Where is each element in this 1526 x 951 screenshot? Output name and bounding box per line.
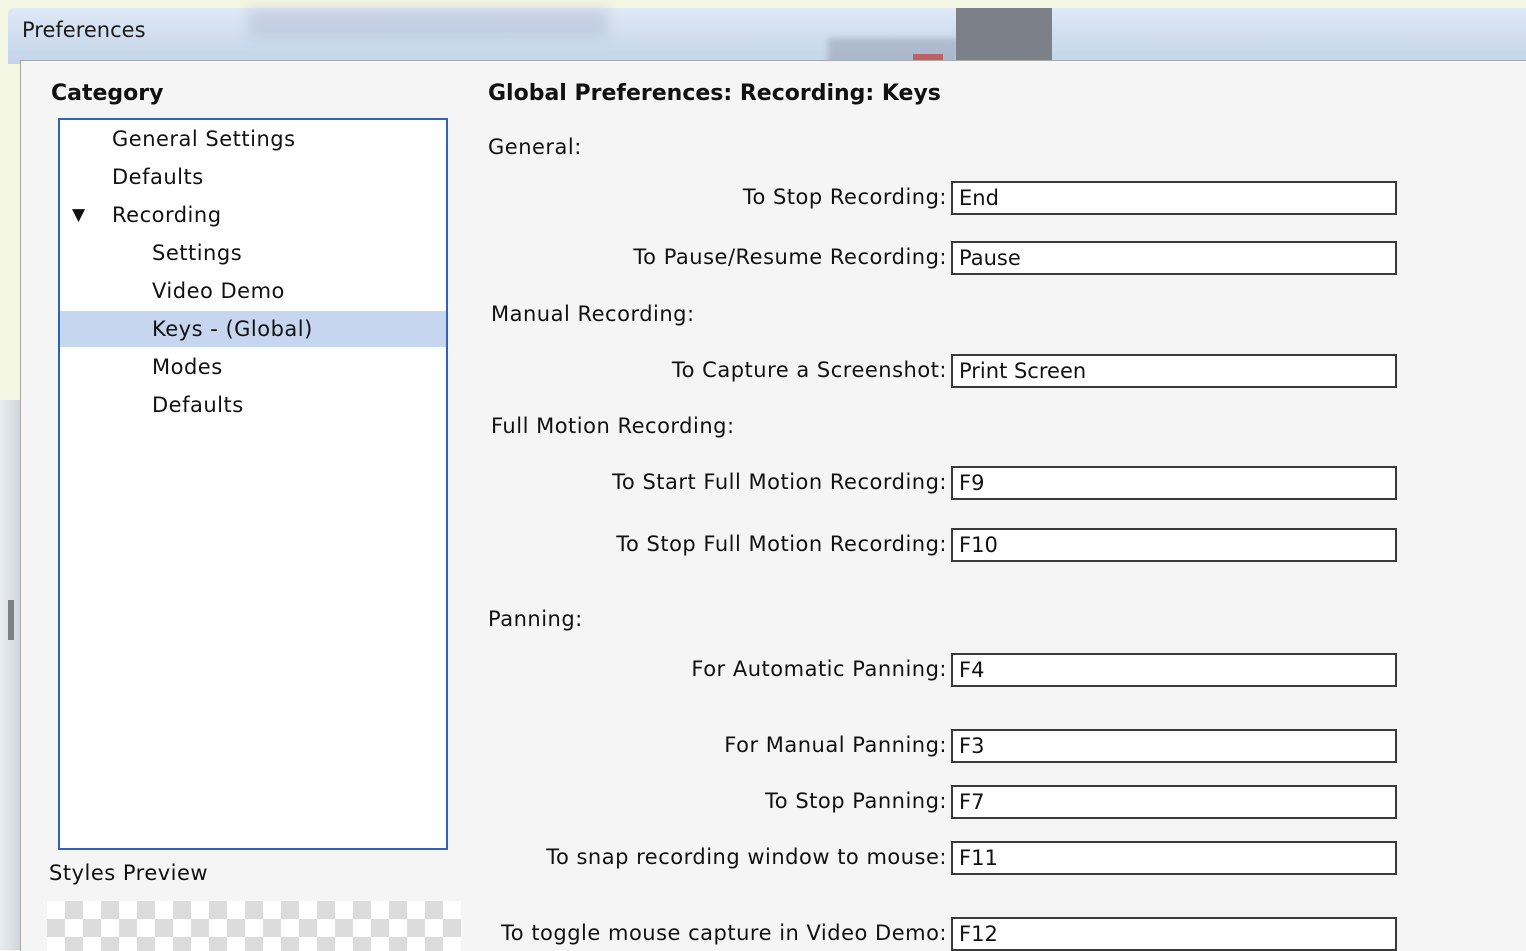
tree-item-defaults[interactable]: Defaults <box>60 159 446 195</box>
tree-item-label: Settings <box>152 241 243 265</box>
tree-item-label: Defaults <box>152 393 244 417</box>
tree-item-label: Video Demo <box>152 279 285 303</box>
tree-item-recording[interactable]: ▼ Recording <box>60 197 446 233</box>
capture-screenshot-key-field[interactable] <box>951 354 1397 388</box>
snap-window-key-field[interactable] <box>951 841 1397 875</box>
section-panning: Panning: <box>488 607 583 631</box>
section-full-motion-recording: Full Motion Recording: <box>491 414 735 438</box>
section-manual-recording: Manual Recording: <box>491 302 695 326</box>
tree-item-general-settings[interactable]: General Settings <box>60 121 446 157</box>
key-label-manual-panning: For Manual Panning: <box>724 733 947 757</box>
background-blur <box>248 8 608 38</box>
styles-preview-heading: Styles Preview <box>49 861 209 885</box>
category-heading: Category <box>51 81 164 106</box>
window-title: Preferences <box>22 18 146 42</box>
key-label-toggle-mouse-capture: To toggle mouse capture in Video Demo: <box>501 921 947 945</box>
styles-preview-canvas <box>47 901 461 951</box>
tree-item-modes[interactable]: Modes <box>60 349 446 385</box>
key-label-stop-recording: To Stop Recording: <box>742 185 947 209</box>
tree-item-label: Defaults <box>112 165 204 189</box>
window-titlebar[interactable] <box>8 8 1526 64</box>
tree-item-label: Modes <box>152 355 223 379</box>
background-window-edge <box>0 400 20 950</box>
automatic-panning-key-field[interactable] <box>951 653 1397 687</box>
key-label-capture-screenshot: To Capture a Screenshot: <box>671 358 947 382</box>
section-general: General: <box>488 135 582 159</box>
key-label-automatic-panning: For Automatic Panning: <box>691 657 947 681</box>
key-label-stop-full-motion: To Stop Full Motion Recording: <box>616 532 947 556</box>
tree-item-recording-settings[interactable]: Settings <box>60 235 446 271</box>
key-label-stop-panning: To Stop Panning: <box>765 789 947 813</box>
start-full-motion-key-field[interactable] <box>951 466 1397 500</box>
category-tree[interactable]: General Settings Defaults ▼ Recording Se… <box>58 118 448 850</box>
key-label-start-full-motion: To Start Full Motion Recording: <box>612 470 947 494</box>
page-title: Global Preferences: Recording: Keys <box>488 81 941 106</box>
stop-full-motion-key-field[interactable] <box>951 528 1397 562</box>
pause-resume-key-field[interactable] <box>951 241 1397 275</box>
tree-item-recording-defaults[interactable]: Defaults <box>60 387 446 423</box>
tree-item-label: General Settings <box>112 127 296 151</box>
expand-arrow-icon[interactable]: ▼ <box>72 197 86 233</box>
tree-item-keys-global[interactable]: Keys - (Global) <box>60 311 446 347</box>
tree-item-video-demo[interactable]: Video Demo <box>60 273 446 309</box>
tree-item-label: Keys - (Global) <box>152 317 313 341</box>
key-label-snap-window: To snap recording window to mouse: <box>546 845 947 869</box>
stop-recording-key-field[interactable] <box>951 181 1397 215</box>
background-scroll-grip <box>8 600 14 640</box>
preferences-dialog: Category General Settings Defaults ▼ Rec… <box>20 60 1526 951</box>
stop-panning-key-field[interactable] <box>951 785 1397 819</box>
manual-panning-key-field[interactable] <box>951 729 1397 763</box>
key-label-pause-resume: To Pause/Resume Recording: <box>633 245 947 269</box>
tree-item-label: Recording <box>112 203 222 227</box>
background-window-edge <box>956 8 1052 64</box>
toggle-mouse-capture-key-field[interactable] <box>951 917 1397 951</box>
